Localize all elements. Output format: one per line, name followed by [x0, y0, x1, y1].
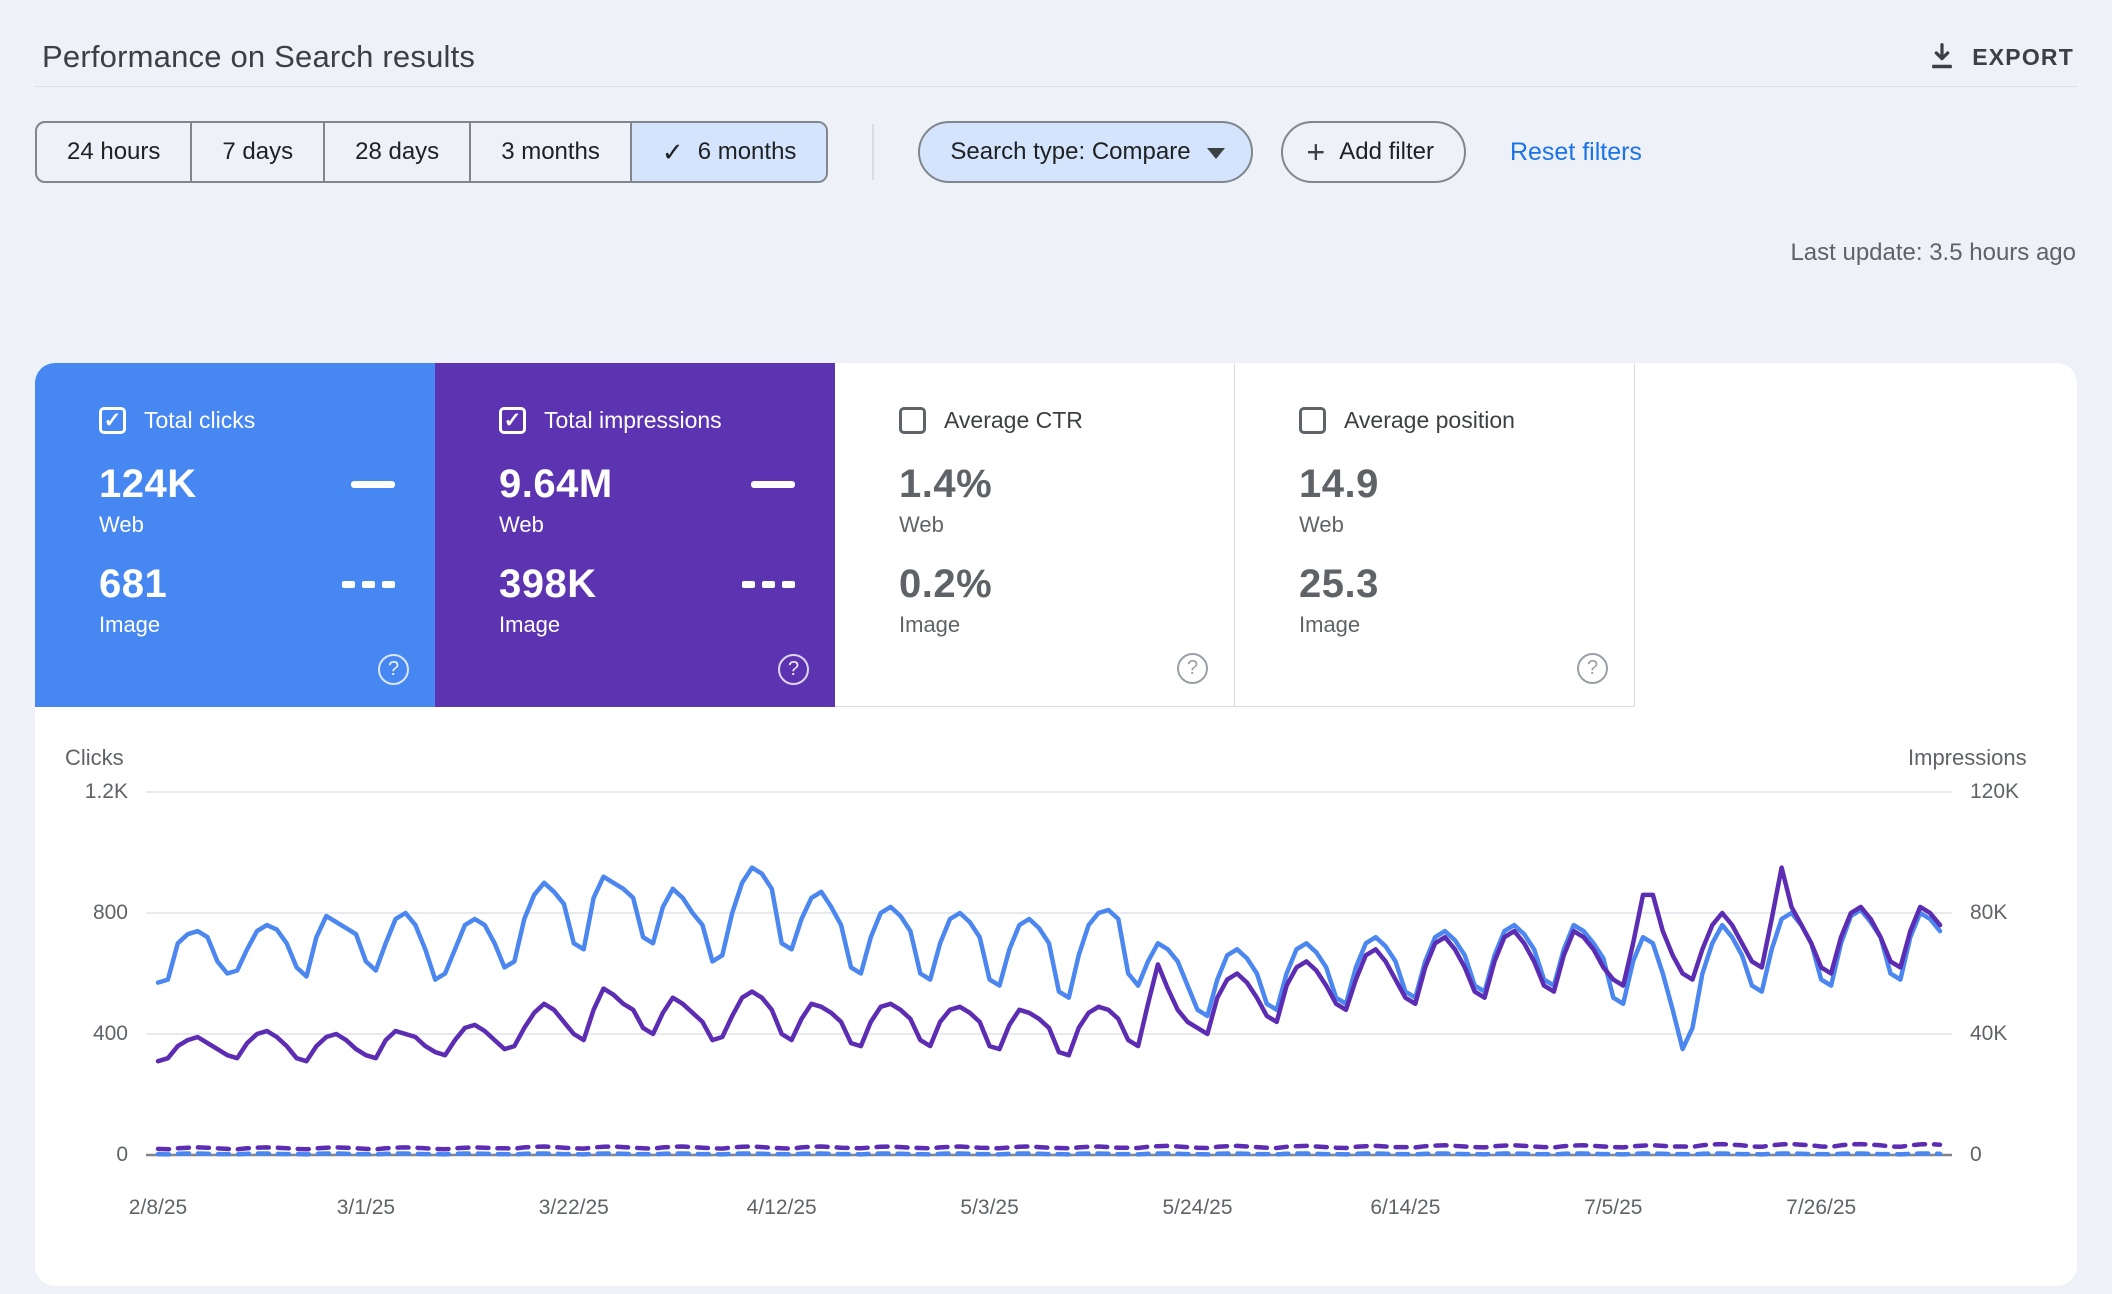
web-value: 9.64M	[499, 462, 613, 507]
image-value: 25.3	[1299, 562, 1379, 607]
x-axis-tick: 6/14/25	[1370, 1193, 1440, 1223]
image-value: 398K	[499, 562, 597, 607]
search-type-chip[interactable]: Search type: Compare	[918, 121, 1252, 183]
page-title: Performance on Search results	[42, 39, 475, 75]
x-axis-tick: 3/1/25	[337, 1193, 395, 1223]
image-label: Image	[899, 612, 1194, 638]
chevron-down-icon	[1207, 148, 1225, 159]
image-value: 0.2%	[899, 562, 992, 607]
filter-separator	[872, 124, 874, 180]
date-range-label: 24 hours	[67, 138, 160, 166]
date-range-label: 7 days	[222, 138, 293, 166]
x-axis-tick: 3/22/25	[539, 1193, 609, 1223]
checkbox-unchecked-icon[interactable]	[1299, 407, 1326, 434]
date-range-3-months[interactable]: 3 months	[469, 123, 630, 181]
solid-line-legend-icon	[751, 481, 795, 488]
web-label: Web	[499, 512, 795, 538]
export-button[interactable]: EXPORT	[1926, 40, 2074, 75]
date-range-6-months-selected[interactable]: ✓ 6 months	[630, 123, 827, 181]
checkbox-checked-icon[interactable]: ✓	[499, 407, 526, 434]
metric-card-total-clicks[interactable]: ✓ Total clicks 124K Web 681 Image ?	[35, 363, 435, 707]
header-divider	[35, 86, 2077, 87]
date-range-label: 6 months	[698, 138, 797, 166]
web-label: Web	[899, 512, 1194, 538]
date-range-7-days[interactable]: 7 days	[190, 123, 323, 181]
dashed-line-legend-icon	[742, 581, 795, 588]
x-axis-tick: 7/5/25	[1584, 1193, 1642, 1223]
card-label: Average CTR	[944, 407, 1083, 434]
series-web-impressions	[158, 868, 1940, 1062]
last-update-text: Last update: 3.5 hours ago	[0, 239, 2076, 267]
x-axis-tick: 5/3/25	[960, 1193, 1018, 1223]
right-axis-tick: 80K	[1970, 898, 2007, 928]
date-range-group: 24 hours 7 days 28 days 3 months ✓ 6 mon…	[35, 121, 828, 183]
add-filter-chip[interactable]: + Add filter	[1281, 121, 1466, 183]
add-filter-label: Add filter	[1339, 138, 1434, 166]
web-value: 14.9	[1299, 462, 1379, 507]
card-label: Average position	[1344, 407, 1515, 434]
metric-cards-row: ✓ Total clicks 124K Web 681 Image ? ✓ To…	[35, 363, 2077, 707]
left-axis-tick: 800	[35, 898, 128, 928]
x-axis-tick: 7/26/25	[1786, 1193, 1856, 1223]
image-label: Image	[499, 612, 795, 638]
date-range-28-days[interactable]: 28 days	[323, 123, 469, 181]
search-type-label: Search type: Compare	[950, 138, 1190, 166]
left-axis-tick: 400	[35, 1019, 128, 1049]
image-label: Image	[99, 612, 395, 638]
web-value: 1.4%	[899, 462, 992, 507]
download-icon	[1926, 40, 1958, 75]
date-range-label: 3 months	[501, 138, 600, 166]
metric-card-average-ctr[interactable]: Average CTR 1.4% Web 0.2% Image ?	[835, 363, 1235, 707]
help-icon[interactable]: ?	[378, 654, 409, 685]
performance-chart: Clicks Impressions 04008001.2K040K80K120…	[35, 733, 2077, 1286]
x-axis-tick: 4/12/25	[747, 1193, 817, 1223]
date-range-label: 28 days	[355, 138, 439, 166]
left-axis-tick: 1.2K	[35, 777, 128, 807]
left-axis-tick: 0	[35, 1140, 128, 1170]
metric-card-total-impressions[interactable]: ✓ Total impressions 9.64M Web 398K Image…	[435, 363, 835, 707]
help-icon[interactable]: ?	[778, 654, 809, 685]
image-label: Image	[1299, 612, 1594, 638]
cards-spacer	[1635, 363, 2077, 707]
solid-line-legend-icon	[351, 481, 395, 488]
web-label: Web	[1299, 512, 1594, 538]
right-axis-tick: 0	[1970, 1140, 1982, 1170]
help-icon[interactable]: ?	[1177, 653, 1208, 684]
export-label: EXPORT	[1972, 44, 2074, 71]
topbar: Performance on Search results EXPORT	[0, 0, 2112, 84]
filter-bar: 24 hours 7 days 28 days 3 months ✓ 6 mon…	[35, 121, 2112, 183]
checkbox-unchecked-icon[interactable]	[899, 407, 926, 434]
card-label: Total clicks	[144, 407, 255, 434]
web-value: 124K	[99, 462, 197, 507]
check-icon: ✓	[662, 137, 684, 168]
x-axis-tick: 5/24/25	[1162, 1193, 1232, 1223]
right-axis-tick: 120K	[1970, 777, 2019, 807]
web-label: Web	[99, 512, 395, 538]
right-axis-tick: 40K	[1970, 1019, 2007, 1049]
x-axis-tick: 2/8/25	[129, 1193, 187, 1223]
series-image-impressions	[158, 1144, 1940, 1149]
plus-icon: +	[1307, 136, 1326, 168]
card-label: Total impressions	[544, 407, 722, 434]
image-value: 681	[99, 562, 167, 607]
report-panel: ✓ Total clicks 124K Web 681 Image ? ✓ To…	[35, 363, 2077, 1286]
help-icon[interactable]: ?	[1577, 653, 1608, 684]
metric-card-average-position[interactable]: Average position 14.9 Web 25.3 Image ?	[1235, 363, 1635, 707]
reset-filters-link[interactable]: Reset filters	[1510, 138, 1642, 167]
dashed-line-legend-icon	[342, 581, 395, 588]
date-range-24-hours[interactable]: 24 hours	[37, 123, 190, 181]
checkbox-checked-icon[interactable]: ✓	[99, 407, 126, 434]
